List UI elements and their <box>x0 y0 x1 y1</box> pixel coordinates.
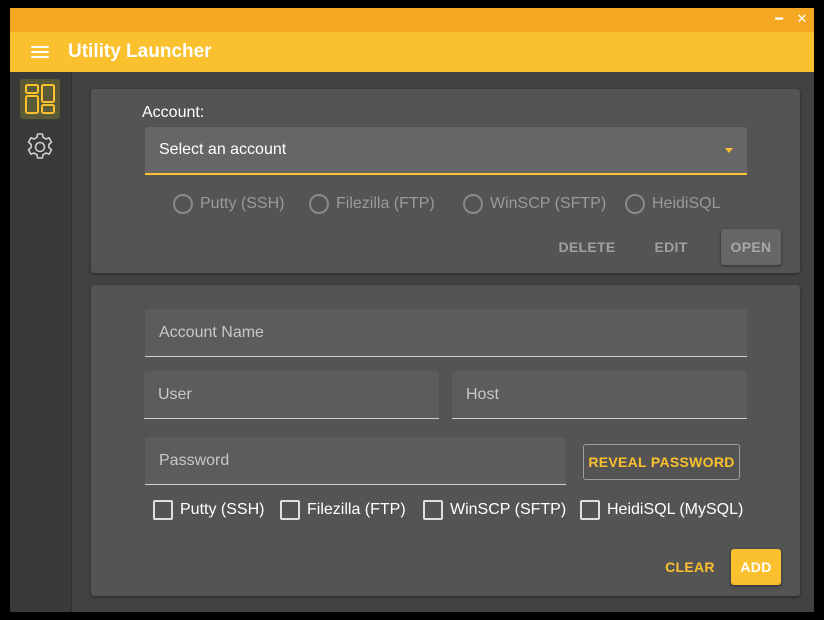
radio-circle <box>625 194 645 214</box>
radio-filezilla[interactable]: Filezilla (FTP) <box>309 192 439 216</box>
radio-putty[interactable]: Putty (SSH) <box>173 192 293 216</box>
app-bar: Utility Launcher <box>10 32 814 72</box>
add-button[interactable]: ADD <box>731 549 781 585</box>
clear-button[interactable]: CLEAR <box>661 549 719 585</box>
checkbox-box <box>153 500 173 520</box>
checkbox-putty[interactable]: Putty (SSH) <box>153 498 268 522</box>
account-name-input[interactable] <box>145 309 747 356</box>
checkbox-label: HeidiSQL (MySQL) <box>607 501 744 518</box>
account-label: Account: <box>142 104 205 121</box>
reveal-password-button[interactable]: REVEAL PASSWORD <box>583 444 740 480</box>
account-select-value: Select an account <box>159 141 287 158</box>
checkbox-winscp[interactable]: WinSCP (SFTP) <box>423 498 567 522</box>
radio-label: HeidiSQL <box>652 195 721 212</box>
app-title: Utility Launcher <box>68 41 212 62</box>
gear-icon <box>27 133 53 159</box>
checkbox-filezilla[interactable]: Filezilla (FTP) <box>280 498 406 522</box>
radio-circle <box>173 194 193 214</box>
radio-circle <box>463 194 483 214</box>
radio-label: Putty (SSH) <box>200 195 285 212</box>
hamburger-icon[interactable] <box>28 41 52 63</box>
sidebar-item-settings[interactable] <box>20 127 60 167</box>
app-window: ━ ✕ Utility Launcher Account: Select an … <box>10 8 814 612</box>
add-account-card: REVEAL PASSWORD Putty (SSH) Filezilla (F… <box>91 285 800 596</box>
dropdown-arrow-icon <box>725 148 733 153</box>
radio-label: WinSCP (SFTP) <box>490 195 607 212</box>
account-name-field[interactable] <box>145 309 747 357</box>
checkbox-label: Filezilla (FTP) <box>307 501 406 518</box>
edit-button[interactable]: EDIT <box>641 229 701 265</box>
user-field[interactable] <box>144 371 439 419</box>
close-icon[interactable]: ✕ <box>793 10 811 28</box>
password-input[interactable] <box>145 437 566 484</box>
host-input[interactable] <box>452 371 747 418</box>
minimize-icon[interactable]: ━ <box>770 10 788 28</box>
radio-circle <box>309 194 329 214</box>
dashboard-icon <box>25 84 55 114</box>
sidebar <box>10 72 72 612</box>
checkbox-heidisql[interactable]: HeidiSQL (MySQL) <box>580 498 745 522</box>
user-input[interactable] <box>144 371 439 418</box>
checkbox-box <box>423 500 443 520</box>
checkbox-label: WinSCP (SFTP) <box>450 501 567 518</box>
radio-winscp[interactable]: WinSCP (SFTP) <box>463 192 607 216</box>
checkbox-label: Putty (SSH) <box>180 501 265 518</box>
radio-label: Filezilla (FTP) <box>336 195 435 212</box>
password-field[interactable] <box>145 437 566 485</box>
delete-button[interactable]: DELETE <box>552 229 622 265</box>
checkbox-box <box>580 500 600 520</box>
account-card: Account: Select an account Putty (SSH) F… <box>91 89 800 273</box>
checkbox-box <box>280 500 300 520</box>
account-select[interactable]: Select an account <box>145 127 747 175</box>
host-field[interactable] <box>452 371 747 419</box>
sidebar-item-dashboard[interactable] <box>20 79 60 119</box>
open-button[interactable]: OPEN <box>721 229 781 265</box>
window-titlebar: ━ ✕ <box>10 8 814 32</box>
radio-heidisql[interactable]: HeidiSQL <box>625 192 725 216</box>
